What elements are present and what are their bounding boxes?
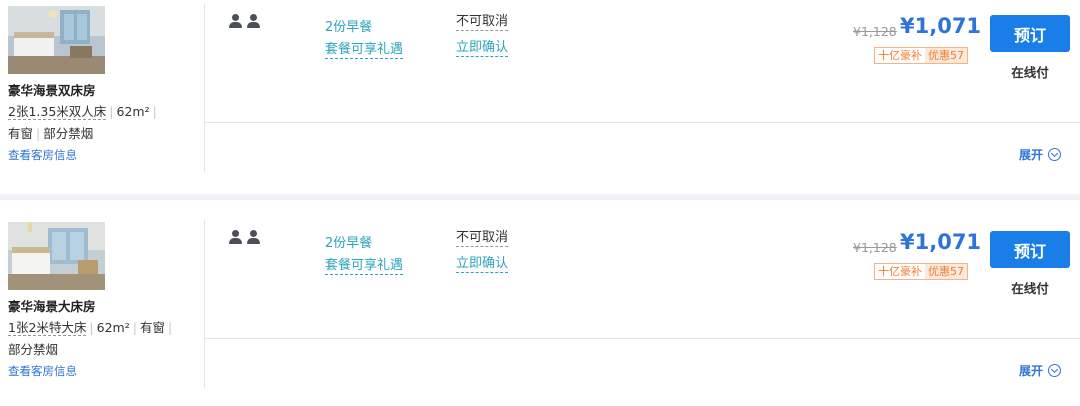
room-area: 62m² bbox=[96, 320, 130, 335]
book-button[interactable]: 预订 bbox=[990, 231, 1070, 268]
person-icon bbox=[229, 14, 242, 29]
current-price: ¥1,071 bbox=[900, 14, 982, 38]
person-icon bbox=[247, 14, 260, 29]
room-card: 豪华海景双床房 2张1.35米双人床 | 62m² | 有窗 | 部分禁烟 查看客房信息 … bbox=[0, 0, 1080, 190]
room-name: 豪华海景双床房 bbox=[8, 83, 96, 98]
card-separator bbox=[0, 194, 1080, 200]
package-perks-link[interactable]: 套餐可享礼遇 bbox=[325, 258, 404, 275]
expand-label: 展开 bbox=[1019, 148, 1044, 162]
room-specs: 2张1.35米双人床 | 62m² | 有窗 | 部分禁烟 bbox=[8, 104, 157, 141]
smoking-info: 部分禁烟 bbox=[8, 342, 59, 357]
instant-confirm[interactable]: 立即确认 bbox=[456, 256, 509, 273]
divider bbox=[204, 4, 205, 172]
expand-label: 展开 bbox=[1019, 364, 1044, 378]
promo-tag[interactable]: 十亿豪补 优惠57 bbox=[874, 47, 968, 64]
room-name: 豪华海景大床房 bbox=[8, 299, 96, 314]
cancel-policy[interactable]: 不可取消 bbox=[456, 14, 509, 31]
breakfast-info[interactable]: 2份早餐 bbox=[325, 16, 372, 35]
room-area: 62m² bbox=[116, 104, 150, 119]
cancel-policy[interactable]: 不可取消 bbox=[456, 230, 509, 247]
promo-discount: 优惠57 bbox=[925, 264, 967, 279]
bed-type[interactable]: 2张1.35米双人床 bbox=[8, 104, 107, 120]
divider bbox=[205, 338, 1080, 339]
promo-label: 十亿豪补 bbox=[875, 48, 925, 63]
expand-button[interactable]: 展开 bbox=[1019, 362, 1062, 379]
promo-label: 十亿豪补 bbox=[875, 264, 925, 279]
payment-type: 在线付 bbox=[1011, 65, 1049, 80]
promo-discount: 优惠57 bbox=[925, 48, 967, 63]
room-photo[interactable] bbox=[8, 6, 105, 74]
smoking-info: 部分禁烟 bbox=[43, 126, 94, 141]
room-card: 豪华海景大床房 1张2米特大床 | 62m² | 有窗 | 部分禁烟 查看客房信息 2份早… bbox=[0, 216, 1080, 406]
book-button[interactable]: 预订 bbox=[990, 15, 1070, 52]
person-icon bbox=[247, 230, 260, 245]
chevron-down-circle-icon bbox=[1048, 364, 1062, 377]
breakfast-info[interactable]: 2份早餐 bbox=[325, 232, 372, 251]
divider bbox=[205, 122, 1080, 123]
promo-tag[interactable]: 十亿豪补 优惠57 bbox=[874, 263, 968, 280]
original-price: ¥1,128 bbox=[853, 240, 897, 255]
payment-type: 在线付 bbox=[1011, 281, 1049, 296]
guest-capacity bbox=[229, 14, 260, 29]
window-info: 有窗 bbox=[8, 126, 34, 141]
chevron-down-circle-icon bbox=[1048, 148, 1062, 161]
divider bbox=[204, 220, 205, 388]
view-room-info-link[interactable]: 查看客房信息 bbox=[8, 147, 77, 163]
view-room-info-link[interactable]: 查看客房信息 bbox=[8, 363, 77, 379]
room-specs: 1张2米特大床 | 62m² | 有窗 | 部分禁烟 bbox=[8, 320, 173, 357]
package-perks-link[interactable]: 套餐可享礼遇 bbox=[325, 42, 404, 59]
bed-type[interactable]: 1张2米特大床 bbox=[8, 320, 87, 336]
person-icon bbox=[229, 230, 242, 245]
guest-capacity bbox=[229, 230, 260, 245]
expand-button[interactable]: 展开 bbox=[1019, 146, 1062, 163]
room-photo[interactable] bbox=[8, 222, 105, 290]
original-price: ¥1,128 bbox=[853, 24, 897, 39]
current-price: ¥1,071 bbox=[900, 230, 982, 254]
window-info: 有窗 bbox=[139, 320, 165, 335]
instant-confirm[interactable]: 立即确认 bbox=[456, 40, 509, 57]
